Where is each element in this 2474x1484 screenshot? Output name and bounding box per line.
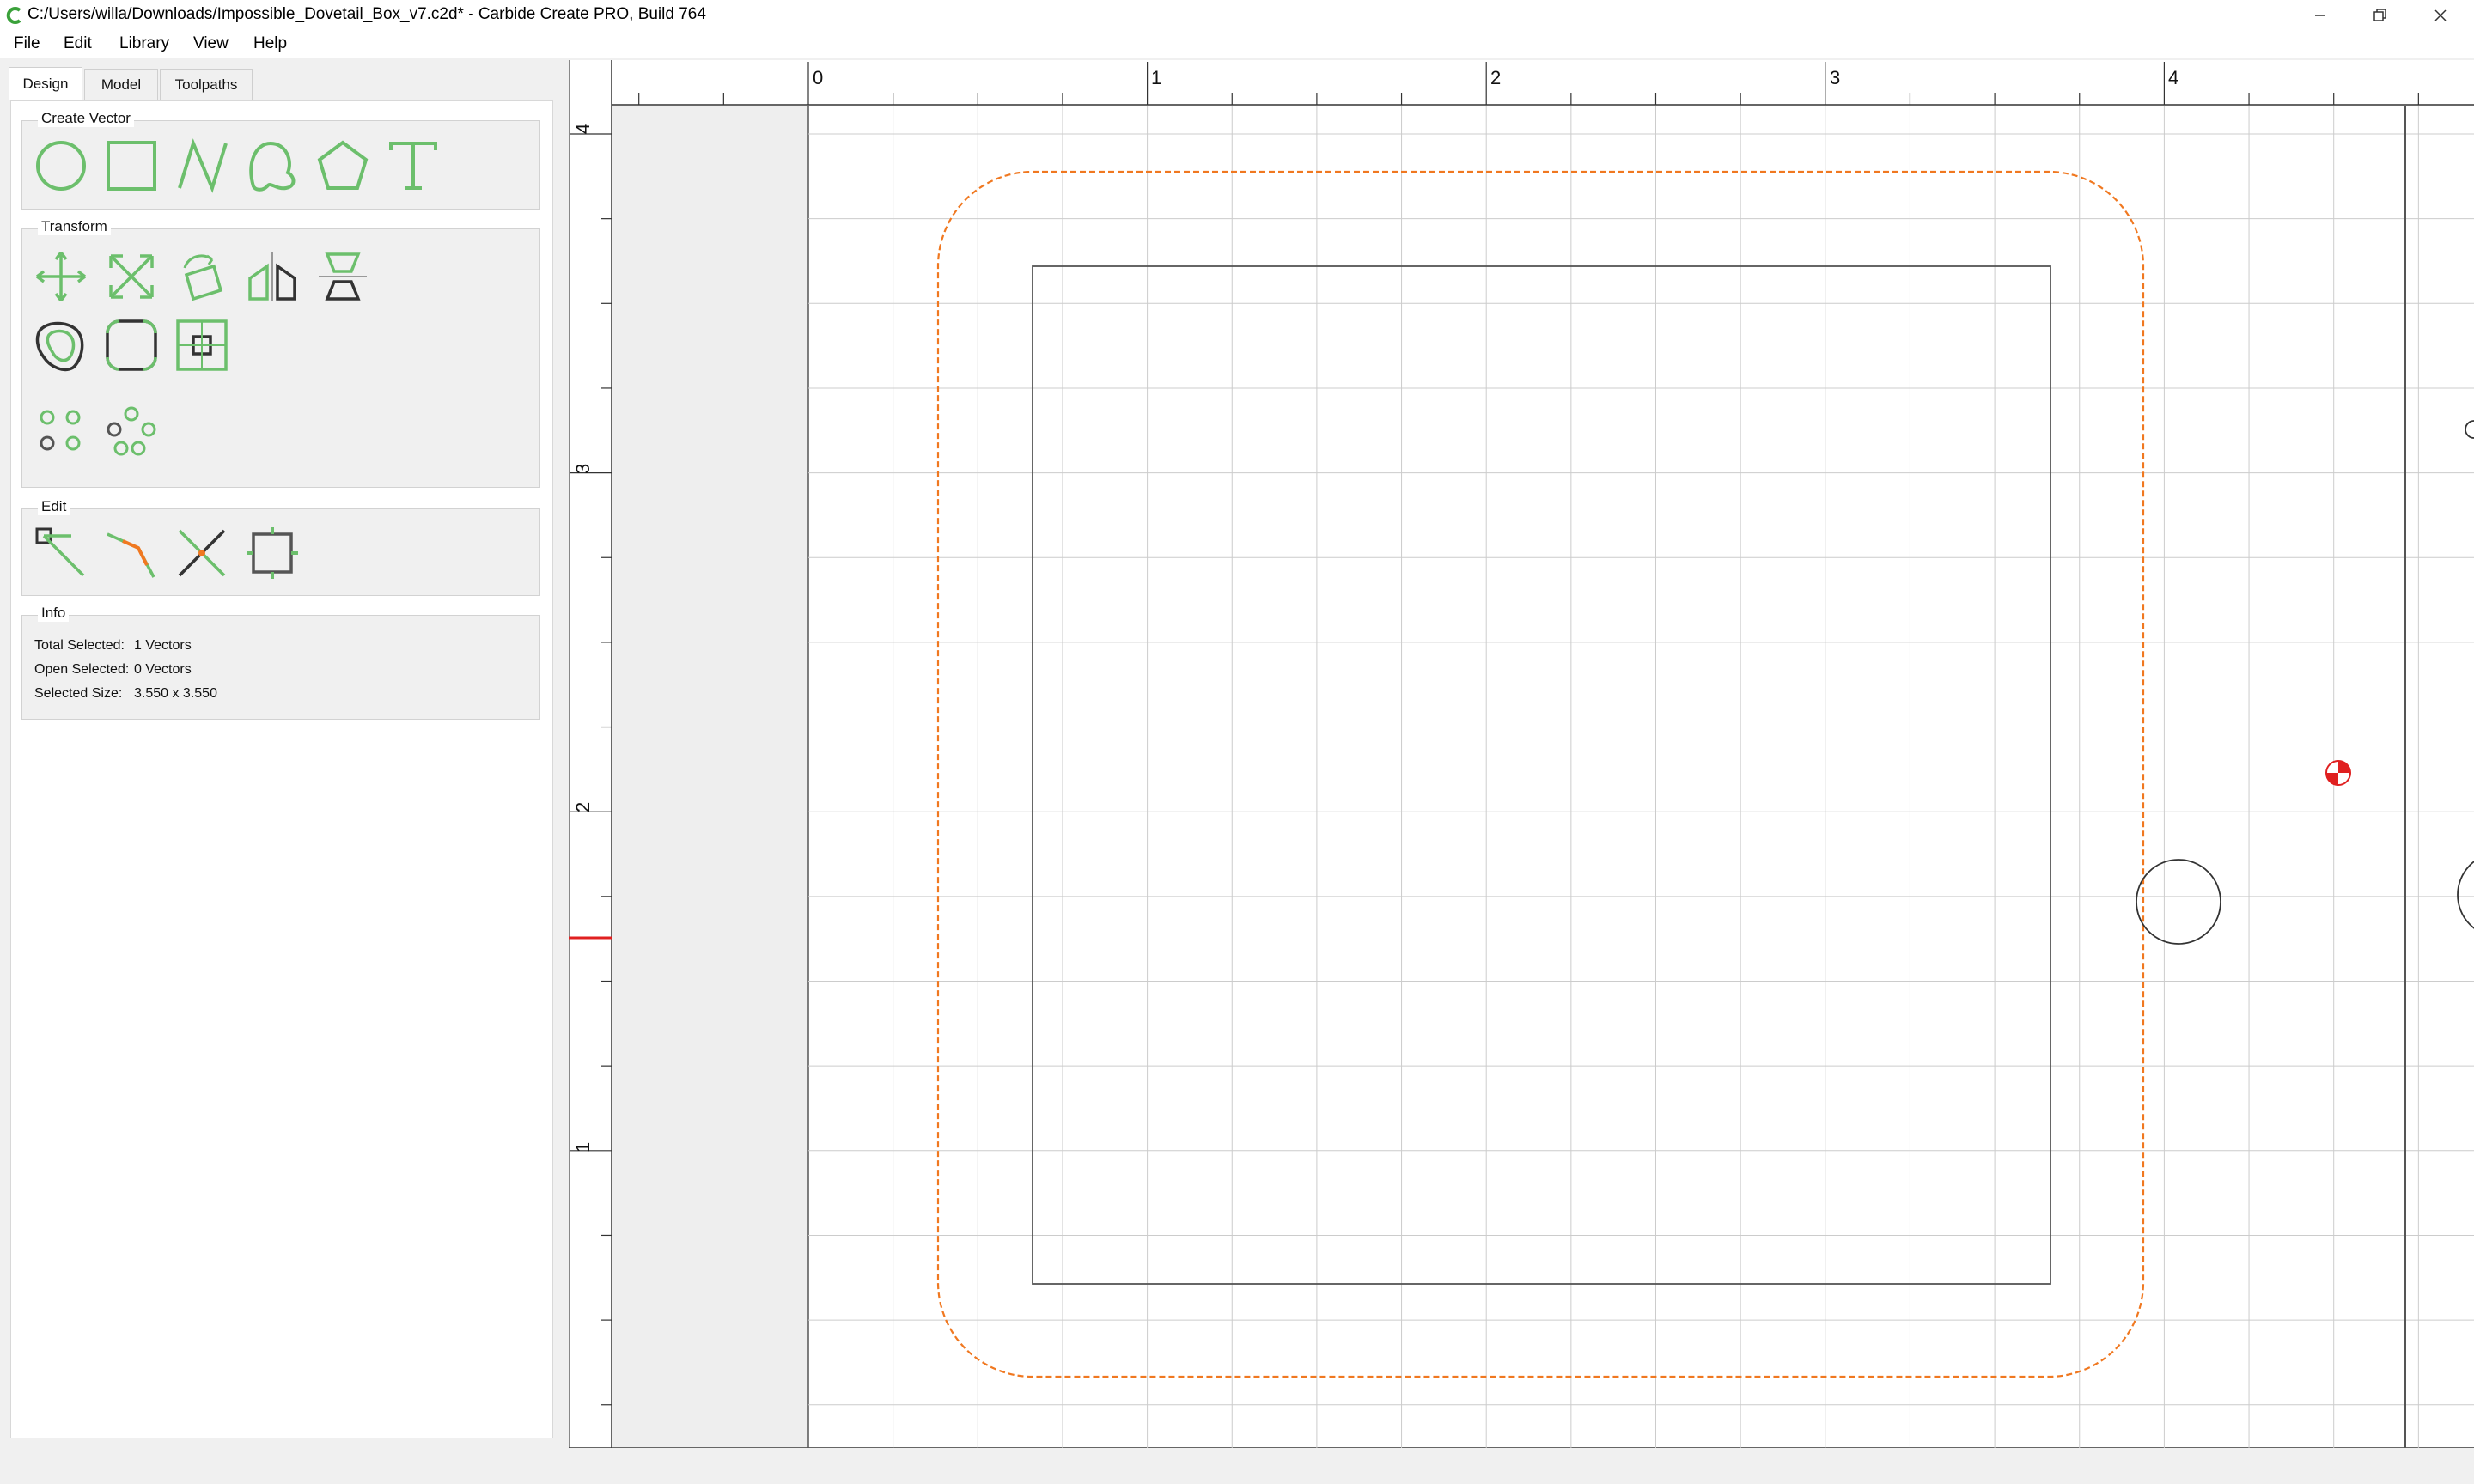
trim-button[interactable]: [172, 523, 232, 583]
menu-edit[interactable]: Edit: [64, 34, 92, 53]
info-value: 1 Vectors: [134, 638, 192, 653]
boolean-button[interactable]: [172, 315, 232, 375]
node-edit-button[interactable]: [31, 523, 91, 583]
info-total-selected: Total Selected: 1 Vectors: [34, 638, 192, 654]
bounding-box-icon: [247, 527, 298, 579]
circular-array-icon: [107, 406, 156, 456]
edit-group: Edit: [21, 498, 540, 596]
restore-icon: [2373, 9, 2386, 21]
grid-array-icon: [40, 410, 81, 451]
align-icon: [319, 252, 367, 301]
off-stock-area: [612, 106, 808, 1447]
edit-title: Edit: [38, 498, 70, 515]
ruler-x-label: 2: [1490, 67, 1501, 88]
info-value: 3.550 x 3.550: [134, 686, 217, 701]
ruler-x-label: 1: [1151, 67, 1161, 88]
transform-title: Transform: [38, 218, 111, 235]
grid-array-button[interactable]: [31, 401, 91, 461]
text-tool-icon: [389, 142, 437, 190]
grid: [808, 106, 2474, 1448]
info-label: Total Selected:: [34, 638, 125, 653]
polyline-tool-button[interactable]: [172, 136, 232, 196]
circle-tool-icon: [36, 141, 86, 191]
align-button[interactable]: [313, 246, 373, 307]
info-title: Info: [38, 605, 70, 622]
trim-icon: [178, 529, 226, 577]
transform-group: Transform: [21, 218, 540, 488]
tab-model[interactable]: Model: [84, 69, 158, 100]
circle-vector-partial[interactable]: [2457, 853, 2474, 937]
vertical-ruler: [569, 60, 612, 1448]
info-open-selected: Open Selected: 0 Vectors: [34, 662, 192, 678]
menu-view[interactable]: View: [193, 34, 229, 53]
ruler-x-label: 4: [2168, 67, 2178, 88]
scale-icon: [109, 254, 154, 299]
move-button[interactable]: [31, 246, 91, 307]
info-value: 0 Vectors: [134, 662, 192, 677]
rectangle-tool-button[interactable]: [101, 136, 161, 196]
node-edit-icon: [35, 527, 85, 577]
minimize-icon: [2315, 15, 2325, 16]
menu-library[interactable]: Library: [119, 34, 169, 53]
curve-tool-button[interactable]: [242, 136, 302, 196]
bounding-box-button[interactable]: [242, 523, 302, 583]
ruler-y-label: 4: [572, 124, 594, 134]
menu-bar: File Edit Library View Help: [0, 31, 2474, 58]
design-canvas[interactable]: 0 1 2 3 4 4 3 2 1: [568, 60, 2474, 1449]
text-tool-button[interactable]: [383, 136, 443, 196]
rectangle-tool-icon: [107, 141, 156, 191]
boolean-icon: [176, 319, 228, 371]
scale-button[interactable]: [101, 246, 161, 307]
horizontal-ruler: [569, 60, 2474, 105]
offset-button[interactable]: [31, 315, 91, 375]
square-vector[interactable]: [1032, 265, 2051, 1285]
fillet-button[interactable]: [101, 315, 161, 375]
close-button[interactable]: [2410, 0, 2471, 31]
design-panel: Create Vector Transform Edit Info Total …: [10, 100, 553, 1438]
tab-toolpaths[interactable]: Toolpaths: [160, 69, 253, 100]
canvas-svg[interactable]: 0 1 2 3 4 4 3 2 1: [568, 60, 2474, 1449]
polygon-tool-button[interactable]: [313, 136, 373, 196]
window-title: C:/Users/willa/Downloads/Impossible_Dove…: [27, 5, 706, 23]
ruler-y-label: 2: [572, 802, 594, 812]
info-group: Info Total Selected: 1 Vectors Open Sele…: [21, 605, 540, 720]
ruler-y-label: 1: [572, 1142, 594, 1153]
status-bar: [0, 1448, 2474, 1484]
circle-tool-button[interactable]: [31, 136, 91, 196]
rotate-icon: [183, 254, 223, 301]
ruler-y-label: 3: [572, 464, 594, 474]
polygon-tool-icon: [317, 140, 369, 190]
circle-vector[interactable]: [2136, 859, 2221, 945]
info-label: Selected Size:: [34, 686, 123, 701]
mirror-button[interactable]: [242, 246, 302, 307]
info-label: Open Selected:: [34, 662, 130, 677]
curve-tool-icon: [249, 141, 296, 192]
title-bar: C:/Users/willa/Downloads/Impossible_Dove…: [0, 0, 2474, 31]
app-logo-icon: [6, 7, 21, 24]
vector-fragment: [2465, 420, 2474, 439]
join-button[interactable]: [101, 523, 161, 583]
fillet-icon: [106, 319, 157, 371]
ruler-ticks: [570, 62, 2419, 1406]
circular-array-button[interactable]: [101, 401, 161, 461]
menu-help[interactable]: Help: [253, 34, 287, 53]
mirror-icon: [248, 252, 296, 301]
close-icon: [2434, 9, 2447, 21]
polyline-tool-icon: [178, 138, 228, 193]
menu-file[interactable]: File: [14, 34, 40, 53]
origin-marker-icon: [2325, 760, 2351, 786]
create-vector-title: Create Vector: [38, 110, 134, 127]
tab-design[interactable]: Design: [9, 67, 82, 100]
move-icon: [35, 251, 87, 302]
offset-icon: [35, 321, 84, 372]
selected-offset-vector[interactable]: [936, 170, 2145, 1378]
ruler-x-label: 3: [1830, 67, 1840, 88]
minimize-button[interactable]: [2290, 0, 2350, 31]
create-vector-group: Create Vector: [21, 110, 540, 210]
restore-button[interactable]: [2350, 0, 2410, 31]
join-icon: [107, 532, 155, 578]
info-selected-size: Selected Size: 3.550 x 3.550: [34, 686, 217, 702]
rotate-button[interactable]: [172, 246, 232, 307]
ruler-x-label: 0: [813, 67, 823, 88]
